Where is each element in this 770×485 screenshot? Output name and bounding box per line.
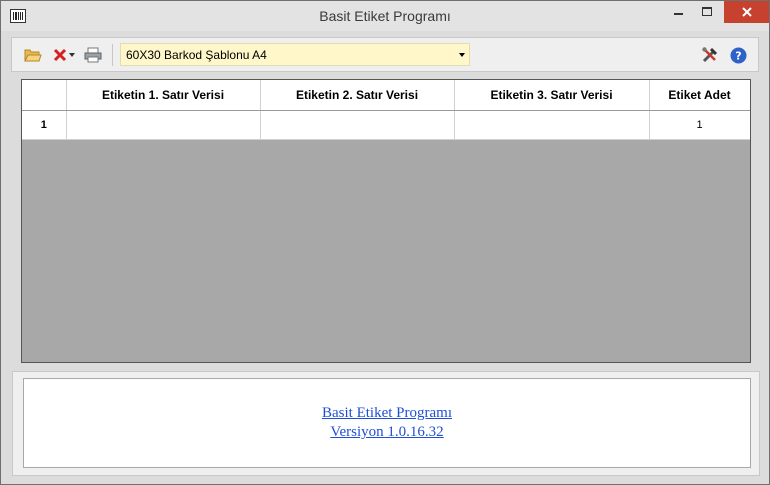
close-button[interactable]	[724, 1, 769, 23]
minimize-button[interactable]	[665, 1, 693, 23]
version-link[interactable]: Versiyon 1.0.16.32	[24, 423, 750, 442]
tools-icon	[702, 47, 718, 63]
app-name-link[interactable]: Basit Etiket Programı	[24, 404, 750, 423]
help-icon: ?	[730, 47, 746, 63]
delete-icon	[53, 48, 67, 62]
toolbar: 60X30 Barkod Şablonu A4 ?	[11, 37, 759, 72]
svg-text:?: ?	[735, 49, 741, 62]
title-bar[interactable]: Basit Etiket Programı	[1, 1, 769, 31]
window-title: Basit Etiket Programı	[319, 8, 451, 24]
folder-open-icon	[24, 49, 42, 62]
footer-panel: Basit Etiket Programı Versiyon 1.0.16.32	[12, 371, 760, 476]
delete-button[interactable]	[50, 45, 78, 65]
grid-header-row: Etiketin 1. Satır Verisi Etiketin 2. Sat…	[22, 80, 750, 111]
template-select-value: 60X30 Barkod Şablonu A4	[126, 48, 267, 62]
column-header-line2[interactable]: Etiketin 2. Satır Verisi	[260, 80, 455, 111]
cell-line2[interactable]	[260, 110, 455, 140]
maximize-icon	[702, 7, 712, 16]
toolbar-separator	[112, 44, 113, 66]
print-icon	[84, 47, 102, 63]
help-button[interactable]: ?	[728, 45, 748, 65]
column-header-count[interactable]: Etiket Adet	[649, 80, 750, 111]
row-number[interactable]: 1	[22, 110, 67, 140]
print-button[interactable]	[82, 45, 104, 65]
cell-count[interactable]: 1	[649, 110, 750, 140]
row-header-corner[interactable]	[22, 80, 67, 111]
cell-line3[interactable]	[454, 110, 650, 140]
template-select[interactable]: 60X30 Barkod Şablonu A4	[120, 43, 470, 66]
close-icon	[741, 7, 752, 17]
footer-info-box: Basit Etiket Programı Versiyon 1.0.16.32	[23, 378, 751, 468]
column-header-line3[interactable]: Etiketin 3. Satır Verisi	[454, 80, 650, 111]
open-button[interactable]	[22, 45, 44, 65]
table-row: 1 1	[22, 110, 750, 140]
app-window: Basit Etiket Programı 60X30 Barkod Şablo…	[0, 0, 770, 485]
cell-line1[interactable]	[66, 110, 261, 140]
label-data-grid[interactable]: Etiketin 1. Satır Verisi Etiketin 2. Sat…	[21, 79, 751, 363]
column-header-line1[interactable]: Etiketin 1. Satır Verisi	[66, 80, 261, 111]
chevron-down-icon	[69, 53, 75, 57]
grid-table: Etiketin 1. Satır Verisi Etiketin 2. Sat…	[22, 80, 750, 140]
settings-button[interactable]	[700, 45, 720, 65]
maximize-button[interactable]	[693, 1, 721, 23]
minimize-icon	[674, 13, 683, 15]
dropdown-arrow-icon	[459, 53, 465, 57]
